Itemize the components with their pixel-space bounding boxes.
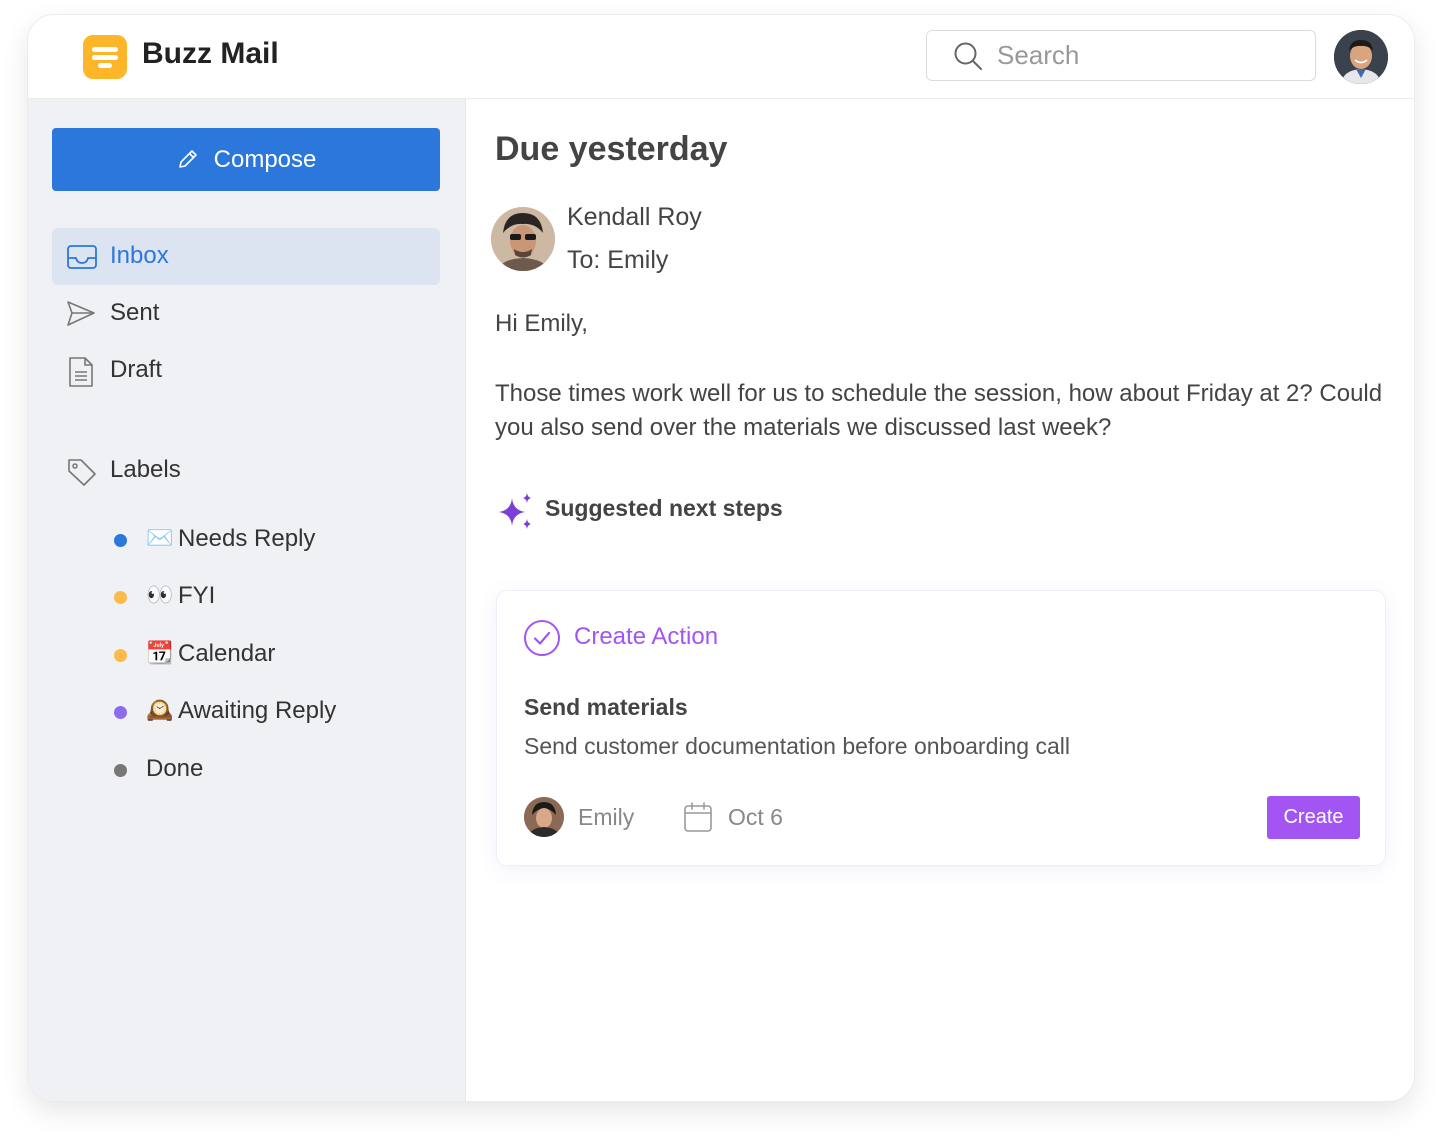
- email-view: Due yesterday Kendall Roy To: Emily Hi E…: [466, 99, 1414, 1101]
- search-icon: [954, 42, 982, 70]
- assignee-name: Emily: [578, 804, 635, 830]
- clock-icon: 🕰️: [146, 697, 174, 722]
- send-icon: [67, 301, 95, 326]
- sidebar-item-label: Sent: [110, 299, 160, 326]
- compose-label: Compose: [213, 146, 317, 173]
- sidebar: Compose Inbox Sent Draft Labels ✉️ Needs…: [28, 99, 466, 1101]
- card-title: Create Action: [574, 623, 719, 650]
- calendar-icon: [684, 802, 712, 832]
- label-color-dot: [114, 534, 127, 547]
- suggested-steps-heading: Suggested next steps: [497, 491, 783, 536]
- recipient: To: Emily: [567, 246, 669, 274]
- label-color-dot: [114, 706, 127, 719]
- card-header: Create Action: [523, 619, 718, 662]
- top-bar: Buzz Mail: [28, 15, 1414, 99]
- label-name: Needs Reply: [178, 525, 316, 552]
- email-greeting: Hi Emily,: [495, 310, 588, 337]
- email-body: Those times work well for us to schedule…: [495, 380, 1383, 441]
- inbox-icon: [67, 245, 97, 269]
- eyes-icon: 👀: [146, 582, 174, 607]
- search-box[interactable]: [926, 30, 1316, 81]
- sidebar-item-draft[interactable]: Draft: [52, 342, 440, 399]
- assignee-avatar: [524, 797, 564, 837]
- task-description: Send customer documentation before onboa…: [524, 733, 1070, 759]
- app-window: Buzz Mail Compose: [28, 15, 1414, 1101]
- due-date: Oct 6: [728, 804, 783, 830]
- label-name: Awaiting Reply: [178, 697, 337, 724]
- sidebar-item-label: Inbox: [110, 242, 169, 269]
- sparkle-icon: [499, 493, 531, 529]
- label-color-dot: [114, 591, 127, 604]
- label-awaiting-reply[interactable]: 🕰️ Awaiting Reply: [114, 690, 434, 730]
- task-title: Send materials: [524, 694, 688, 720]
- logo-icon: [83, 35, 127, 79]
- user-avatar[interactable]: [1334, 30, 1388, 84]
- sidebar-item-label: Draft: [110, 356, 163, 383]
- sender-name: Kendall Roy: [567, 203, 702, 231]
- create-button[interactable]: Create: [1267, 796, 1360, 839]
- labels-heading: Labels: [66, 456, 181, 493]
- email-subject: Due yesterday: [495, 130, 728, 168]
- label-name: Done: [146, 755, 204, 782]
- app-title: Buzz Mail: [142, 37, 279, 70]
- check-circle-icon: [524, 620, 560, 656]
- label-name: Calendar: [178, 640, 276, 667]
- label-color-dot: [114, 764, 127, 777]
- draft-icon: [69, 357, 93, 387]
- label-done[interactable]: Done: [114, 748, 434, 788]
- sender-avatar: [491, 207, 555, 271]
- envelope-icon: ✉️: [146, 525, 174, 550]
- search-input[interactable]: [997, 40, 1297, 70]
- label-needs-reply[interactable]: ✉️ Needs Reply: [114, 518, 434, 558]
- sidebar-item-inbox[interactable]: Inbox: [52, 228, 440, 285]
- sidebar-item-sent[interactable]: Sent: [52, 285, 440, 342]
- label-calendar[interactable]: 📆 Calendar: [114, 633, 434, 673]
- action-card: Create Action Send materials Send custom…: [497, 591, 1385, 865]
- pencil-icon: [178, 149, 197, 168]
- label-fyi[interactable]: 👀 FYI: [114, 575, 434, 615]
- compose-button[interactable]: Compose: [52, 128, 440, 191]
- label-name: FYI: [178, 582, 216, 609]
- calendar-icon: 📆: [146, 640, 174, 665]
- tag-icon: [68, 459, 96, 486]
- label-color-dot: [114, 649, 127, 662]
